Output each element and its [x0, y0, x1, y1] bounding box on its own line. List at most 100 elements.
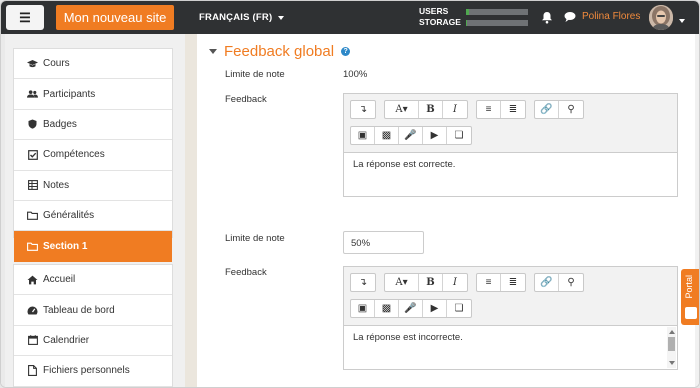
feedback-label: Feedback: [225, 267, 267, 278]
unordered-list-icon[interactable]: ≡: [477, 101, 501, 118]
bell-icon[interactable]: [541, 11, 553, 24]
portal-label: Portal: [684, 275, 694, 299]
image-icon[interactable]: ▣: [351, 300, 375, 317]
graduation-cap-icon: [27, 58, 38, 69]
folder-icon: [27, 210, 38, 221]
dashboard-icon: [27, 305, 38, 316]
folder-icon: [27, 241, 38, 252]
user-avatar[interactable]: [649, 5, 673, 30]
sidebar-item-section-1[interactable]: Section 1: [14, 231, 172, 262]
portal-tab[interactable]: Portal: [681, 269, 699, 325]
toggle-toolbar-icon[interactable]: ↴: [351, 274, 375, 291]
storage-usage-bar: [466, 19, 528, 26]
collapse-chevron-icon[interactable]: [209, 49, 217, 54]
record-video-icon[interactable]: ▶: [423, 127, 447, 144]
record-audio-icon[interactable]: 🎤: [399, 300, 423, 317]
sidebar-item-label: Compétences: [43, 149, 105, 161]
calendar-icon: [27, 335, 38, 346]
user-menu-chevron-icon[interactable]: [679, 15, 685, 26]
text-area-scrollbar[interactable]: [667, 327, 676, 368]
sidebar-item-badges[interactable]: Badges: [14, 110, 172, 141]
grade-label: Limite de note: [225, 69, 285, 80]
sidebar-item-accueil[interactable]: Accueil: [14, 265, 172, 296]
page-scrollbar[interactable]: [695, 34, 699, 387]
feedback-text: La réponse est incorrecte.: [353, 332, 463, 343]
record-video-icon[interactable]: ▶: [423, 300, 447, 317]
manage-files-icon[interactable]: ❏: [447, 300, 471, 317]
language-menu[interactable]: FRANÇAIS (FR): [199, 12, 285, 23]
hamburger-icon: ☰: [19, 9, 31, 25]
ordered-list-icon[interactable]: ≣: [501, 274, 525, 291]
feedback-label: Feedback: [225, 94, 267, 105]
sidebar-item-notes[interactable]: Notes: [14, 171, 172, 201]
usage-row-storage: STORAGE: [419, 17, 528, 28]
feedback-text-area[interactable]: La réponse est incorrecte.: [344, 325, 677, 369]
feedback-editor: ↴ A ▾ B I ≡ ≣ 🔗 ⚲ ▣ ▩ 🎤 ▶ ❏ La réponse est incorr…: [343, 266, 678, 370]
sidebar-item-tableau-de-bord[interactable]: Tableau de bord: [14, 295, 172, 326]
feedback-text: La réponse est correcte.: [353, 159, 456, 170]
font-style-icon[interactable]: A ▾: [385, 274, 419, 291]
sidebar-item-cours[interactable]: Cours: [14, 49, 172, 80]
sidebar-item-label: Cours: [43, 58, 70, 70]
question-circle-icon[interactable]: ?: [341, 47, 351, 56]
usage-meters: USERS STORAGE: [419, 6, 528, 28]
unordered-list-icon[interactable]: ≡: [477, 274, 501, 291]
user-name[interactable]: Polina Flores: [582, 11, 640, 22]
grade-value: 100%: [343, 69, 368, 80]
usage-label: USERS: [419, 6, 449, 16]
media-icon[interactable]: ▩: [375, 127, 399, 144]
italic-icon[interactable]: I: [443, 274, 467, 291]
users-usage-bar: [466, 8, 528, 15]
portal-logo-icon: [685, 307, 697, 319]
editor-toolbar-row: ▣ ▩ 🎤 ▶ ❏: [344, 293, 677, 319]
unlink-icon[interactable]: ⚲: [559, 101, 583, 118]
sidebar-item-compétences[interactable]: Compétences: [14, 140, 172, 171]
language-label: FRANÇAIS (FR): [199, 12, 273, 23]
app-frame: ☰ Mon nouveau site FRANÇAIS (FR) USERS S…: [0, 0, 700, 388]
site-nav: Accueil Tableau de bord Calendrier Fichiers…: [13, 264, 173, 387]
top-navbar: ☰ Mon nouveau site FRANÇAIS (FR) USERS S…: [1, 1, 699, 34]
check-square-icon: [27, 149, 38, 160]
sidebar-item-calendrier[interactable]: Calendrier: [14, 326, 172, 357]
link-icon[interactable]: 🔗: [535, 274, 559, 291]
section-title: Feedback global: [224, 43, 335, 60]
ordered-list-icon[interactable]: ≣: [501, 101, 525, 118]
home-icon: [27, 274, 38, 285]
manage-files-icon[interactable]: ❏: [447, 127, 471, 144]
record-audio-icon[interactable]: 🎤: [399, 127, 423, 144]
media-icon[interactable]: ▩: [375, 300, 399, 317]
shield-icon: [27, 119, 38, 130]
sidebar-item-généralités[interactable]: Généralités: [14, 201, 172, 232]
file-icon: [27, 365, 38, 377]
italic-icon[interactable]: I: [443, 101, 467, 118]
grade-label: Limite de note: [225, 233, 285, 244]
sidebar-item-participants[interactable]: Participants: [14, 79, 172, 110]
chat-icon[interactable]: [564, 11, 576, 23]
editor-toolbar-row: ↴ A ▾ B I ≡ ≣ 🔗 ⚲: [344, 94, 677, 120]
menu-toggle-button[interactable]: ☰: [6, 5, 44, 30]
feedback-text-area[interactable]: La réponse est correcte.: [344, 152, 677, 196]
chevron-down-icon: [278, 15, 285, 20]
link-icon[interactable]: 🔗: [535, 101, 559, 118]
usage-row-users: USERS: [419, 6, 528, 17]
section-header[interactable]: Feedback global ?: [209, 43, 351, 60]
feedback-editor: ↴ A ▾ B I ≡ ≣ 🔗 ⚲ ▣ ▩ 🎤 ▶ ❏ La réponse est correc…: [343, 93, 678, 197]
unlink-icon[interactable]: ⚲: [559, 274, 583, 291]
sidebar-item-label: Tableau de bord: [43, 304, 115, 316]
sidebar-item-label: Badges: [43, 118, 77, 130]
sidebar-item-label: Calendrier: [43, 334, 90, 346]
users-icon: [27, 89, 38, 100]
sidebar-item-label: Participants: [43, 88, 96, 100]
image-icon[interactable]: ▣: [351, 127, 375, 144]
toggle-toolbar-icon[interactable]: ↴: [351, 101, 375, 118]
bold-icon[interactable]: B: [419, 274, 443, 291]
site-name-link[interactable]: Mon nouveau site: [56, 5, 174, 30]
font-style-icon[interactable]: A ▾: [385, 101, 419, 118]
sidebar-item-fichiers-personnels[interactable]: Fichiers personnels: [14, 356, 172, 387]
usage-label: STORAGE: [419, 17, 461, 27]
bold-icon[interactable]: B: [419, 101, 443, 118]
table-icon: [27, 180, 38, 191]
grade-input[interactable]: 50%: [343, 231, 424, 254]
sidebar-item-label: Fichiers personnels: [43, 365, 130, 377]
editor-toolbar-row: ↴ A ▾ B I ≡ ≣ 🔗 ⚲: [344, 267, 677, 293]
